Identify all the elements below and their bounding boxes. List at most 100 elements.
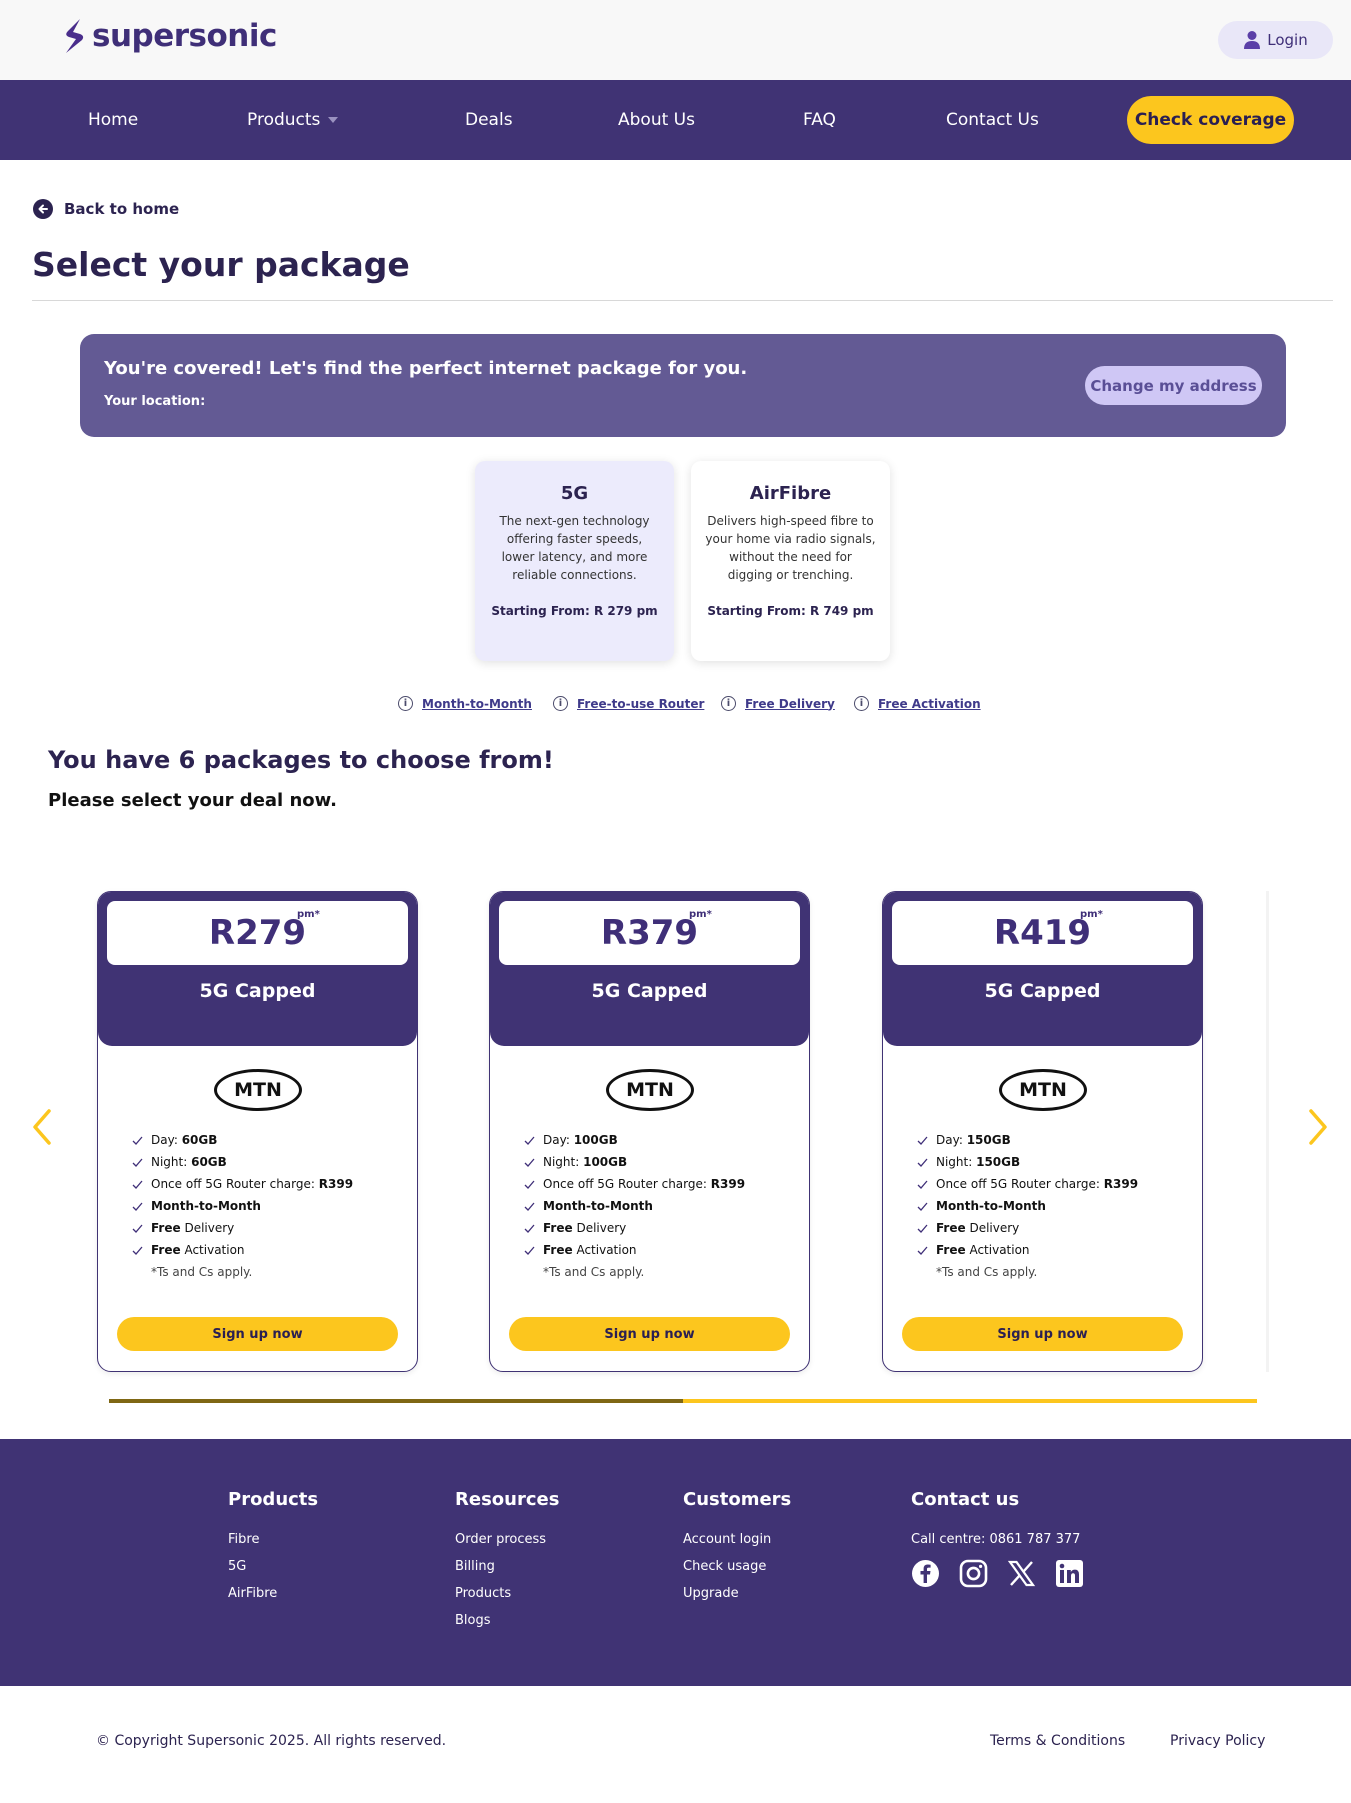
info-link-delivery[interactable]: i Free Delivery (721, 696, 835, 711)
package-name: 5G Capped (199, 980, 316, 1002)
mtn-logo: MTN (214, 1069, 302, 1111)
footer-heading: Products (228, 1489, 319, 1510)
mtn-logo: MTN (999, 1069, 1087, 1111)
info-link-activation[interactable]: i Free Activation (854, 696, 981, 711)
footer-link[interactable]: Blogs (455, 1613, 559, 1628)
feature-activation: Free Activation (524, 1239, 745, 1261)
chevron-left-icon[interactable] (30, 1108, 54, 1146)
info-link-router[interactable]: i Free-to-use Router (553, 696, 704, 711)
check-icon (524, 1136, 535, 1145)
next-card-peek (1266, 891, 1269, 1372)
footer-link[interactable]: 5G (228, 1559, 318, 1574)
footer-heading: Contact us (911, 1489, 1020, 1510)
sign-up-button[interactable]: Sign up now (117, 1317, 398, 1351)
instagram-icon[interactable] (959, 1559, 988, 1588)
terms-note: *Ts and Cs apply. (936, 1265, 1038, 1279)
check-coverage-button[interactable]: Check coverage (1127, 96, 1294, 144)
package-price: R279 (208, 913, 307, 953)
sign-up-button[interactable]: Sign up now (509, 1317, 790, 1351)
package-name: 5G Capped (591, 980, 708, 1002)
linkedin-icon[interactable] (1055, 1559, 1084, 1588)
logo[interactable]: supersonic (62, 18, 277, 54)
terms-note: *Ts and Cs apply. (151, 1265, 253, 1279)
terms-link[interactable]: Terms & Conditions (990, 1733, 1125, 1749)
chevron-right-icon[interactable] (1306, 1108, 1330, 1146)
terms-note: *Ts and Cs apply. (543, 1265, 645, 1279)
check-icon (524, 1246, 535, 1255)
feature-night: Night: 100GB (524, 1151, 745, 1173)
check-icon (132, 1246, 143, 1255)
tech-starting-price: Starting From: R 749 pm (707, 604, 874, 618)
footer-link[interactable]: Billing (455, 1559, 559, 1574)
package-price: R419 (993, 913, 1092, 953)
check-icon (132, 1224, 143, 1233)
coverage-banner: You're covered! Let's find the perfect i… (80, 334, 1286, 437)
check-icon (917, 1246, 928, 1255)
info-link-label: Month-to-Month (422, 696, 532, 711)
check-icon (917, 1202, 928, 1211)
footer-link[interactable]: Check usage (683, 1559, 791, 1574)
info-link-label: Free Activation (878, 696, 981, 711)
footer-link[interactable]: Upgrade (683, 1586, 791, 1601)
back-label: Back to home (64, 200, 180, 218)
nav-faq[interactable]: FAQ (803, 80, 836, 160)
tech-option-airfibre[interactable]: AirFibre Delivers high-speed fibre to yo… (691, 461, 890, 661)
login-button[interactable]: Login (1218, 21, 1333, 59)
footer-link[interactable]: Fibre (228, 1532, 318, 1547)
check-icon (917, 1158, 928, 1167)
page-title: Select your package (32, 245, 410, 284)
carousel-progress[interactable] (109, 1399, 1257, 1403)
feature-month-to-month: Month-to-Month (524, 1195, 745, 1217)
x-icon[interactable] (1007, 1559, 1036, 1588)
nav-deals[interactable]: Deals (465, 80, 513, 160)
footer-heading: Resources (455, 1489, 560, 1510)
feature-night: Night: 60GB (132, 1151, 353, 1173)
package-header: R279 pm* 5G Capped (98, 892, 417, 1046)
footer-col-customers: Customers Account login Check usage Upgr… (683, 1489, 791, 1613)
coverage-headline: You're covered! Let's find the perfect i… (104, 358, 748, 379)
logo-text: supersonic (92, 18, 277, 54)
feature-night: Night: 150GB (917, 1151, 1138, 1173)
user-icon (1244, 31, 1261, 49)
feature-activation: Free Activation (917, 1239, 1138, 1261)
feature-day: Day: 150GB (917, 1129, 1138, 1151)
nav-products-label: Products (247, 110, 321, 130)
packages-subheading: Please select your deal now. (48, 790, 337, 811)
check-icon (524, 1158, 535, 1167)
tech-option-5g[interactable]: 5G The next-gen technology offering fast… (475, 461, 674, 661)
check-icon (917, 1180, 928, 1189)
logo-mark-icon (66, 19, 84, 53)
privacy-link[interactable]: Privacy Policy (1170, 1733, 1265, 1749)
change-address-button[interactable]: Change my address (1085, 366, 1262, 405)
feature-router: Once off 5G Router charge: R399 (917, 1173, 1138, 1195)
call-centre-number[interactable]: Call centre: 0861 787 377 (911, 1532, 1084, 1547)
price-box: R279 pm* (107, 901, 408, 965)
tech-starting-price: Starting From: R 279 pm (491, 604, 658, 618)
facebook-icon[interactable] (911, 1559, 940, 1588)
nav-products[interactable]: Products (247, 80, 339, 160)
footer-link[interactable]: Account login (683, 1532, 791, 1547)
nav-contact-us[interactable]: Contact Us (946, 80, 1039, 160)
feature-month-to-month: Month-to-Month (132, 1195, 353, 1217)
chevron-down-icon (328, 117, 339, 123)
title-divider (32, 300, 1333, 301)
package-card: R279 pm* 5G Capped MTN Day: 60GB Night: … (97, 891, 418, 1372)
nav-home[interactable]: Home (88, 80, 138, 160)
footer-link[interactable]: AirFibre (228, 1586, 318, 1601)
nav-about-us[interactable]: About Us (618, 80, 695, 160)
footer-link[interactable]: Order process (455, 1532, 559, 1547)
sign-up-button[interactable]: Sign up now (902, 1317, 1183, 1351)
copyright: © Copyright Supersonic 2025. All rights … (96, 1733, 447, 1749)
info-icon: i (721, 696, 736, 711)
footer-col-products: Products Fibre 5G AirFibre (228, 1489, 318, 1613)
feature-month-to-month: Month-to-Month (917, 1195, 1138, 1217)
feature-router: Once off 5G Router charge: R399 (132, 1173, 353, 1195)
back-to-home-link[interactable]: Back to home (33, 199, 179, 219)
footer-link[interactable]: Products (455, 1586, 559, 1601)
info-link-month-to-month[interactable]: i Month-to-Month (398, 696, 532, 711)
feature-delivery: Free Delivery (917, 1217, 1138, 1239)
footer-col-contact: Contact us Call centre: 0861 787 377 (911, 1489, 1084, 1588)
info-link-label: Free-to-use Router (577, 696, 705, 711)
package-header: R379 pm* 5G Capped (490, 892, 809, 1046)
price-box: R419 pm* (892, 901, 1193, 965)
